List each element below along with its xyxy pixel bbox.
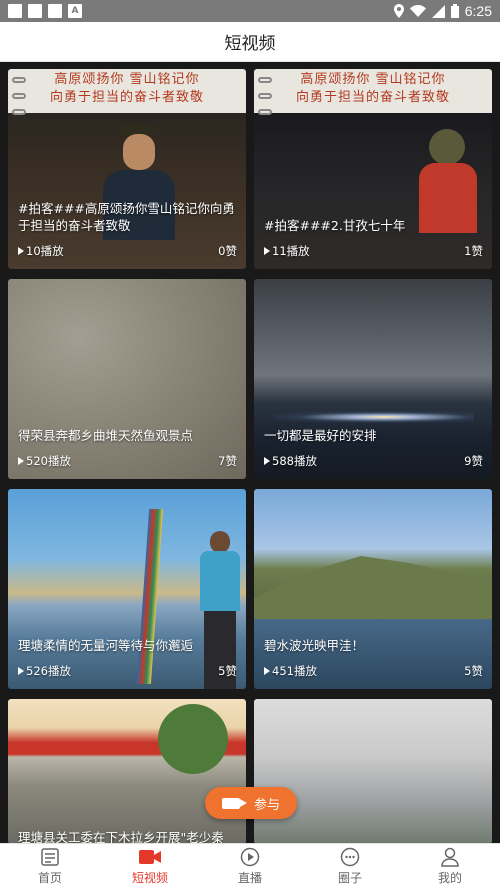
play-icon: [264, 457, 270, 465]
video-card[interactable]: 得荣县奔都乡曲堆天然鱼观景点 520播放 7赞: [8, 279, 246, 479]
play-count: 588播放: [264, 453, 317, 469]
nav-circle[interactable]: 圈子: [300, 844, 400, 888]
tree-shape: [158, 704, 228, 774]
play-circle-icon: [240, 847, 260, 867]
location-icon: [393, 4, 404, 18]
nav-label: 短视频: [131, 870, 168, 885]
video-card[interactable]: 一切都是最好的安排 588播放 9赞: [254, 279, 492, 479]
play-icon: [264, 247, 270, 255]
play-count: 520播放: [18, 453, 71, 469]
battery-icon: [450, 4, 459, 18]
play-count: 11播放: [264, 243, 310, 259]
nav-short-video[interactable]: 短视频: [100, 844, 200, 888]
nav-label: 我的: [437, 870, 462, 885]
video-thumbnail: [254, 699, 492, 844]
play-icon: [264, 667, 270, 675]
play-icon: [18, 457, 24, 465]
like-count: 0赞: [218, 244, 237, 258]
status-bar: A 6:25: [0, 0, 500, 22]
video-card[interactable]: 高原颂扬你 雪山铭记你 向勇于担当的奋斗者致敬 #拍客###2.甘孜七十年 11…: [254, 69, 492, 269]
nav-mine[interactable]: 我的: [400, 844, 500, 888]
video-feed[interactable]: 高原颂扬你 雪山铭记你 向勇于担当的奋斗者致敬 #拍客###高原颂扬你雪山铭记你…: [0, 62, 500, 844]
video-title: 碧水波光映甲洼！: [264, 638, 365, 653]
notification-icon: [48, 4, 62, 18]
binder-ring: [258, 109, 272, 115]
video-title: 一切都是最好的安排: [264, 428, 377, 443]
nav-label: 圈子: [337, 870, 362, 885]
video-card[interactable]: [254, 699, 492, 844]
banner-text: 高原颂扬你 雪山铭记你 向勇于担当的奋斗者致敬: [49, 72, 204, 105]
join-label: 参与: [253, 797, 280, 813]
video-card[interactable]: 理塘县关工委在下木拉乡开展"老少秦: [8, 699, 246, 844]
city-lights: [274, 411, 474, 423]
like-count: 1赞: [464, 244, 483, 258]
video-title: 理塘县关工委在下木拉乡开展"老少秦: [18, 830, 224, 844]
nav-label: 首页: [37, 870, 62, 885]
nav-label: 直播: [237, 870, 262, 885]
video-title: 得荣县奔都乡曲堆天然鱼观景点: [18, 428, 194, 443]
user-icon: [441, 847, 459, 867]
video-card[interactable]: 碧水波光映甲洼！ 451播放 5赞: [254, 489, 492, 689]
clock: 6:25: [464, 3, 492, 19]
like-count: 7赞: [218, 454, 237, 468]
play-count: 451播放: [264, 663, 317, 679]
play-count: 10播放: [18, 243, 64, 259]
page-title: 短视频: [224, 34, 276, 54]
signal-icon: [431, 4, 445, 18]
like-count: 5赞: [218, 664, 237, 678]
wifi-icon: [409, 5, 426, 17]
banner-text: 高原颂扬你 雪山铭记你 向勇于担当的奋斗者致敬: [295, 72, 450, 105]
top-bar: 短视频: [0, 22, 500, 62]
bottom-nav: 首页 短视频 直播 圈子 我的: [0, 843, 500, 888]
chat-bubble-icon: [340, 847, 360, 867]
play-count: 526播放: [18, 663, 71, 679]
nav-home[interactable]: 首页: [0, 844, 100, 888]
video-thumbnail: [8, 279, 246, 479]
like-count: 9赞: [464, 454, 483, 468]
nav-live[interactable]: 直播: [200, 844, 300, 888]
person-figure: [419, 129, 479, 233]
home-icon: [41, 847, 59, 867]
binder-ring: [12, 109, 26, 115]
join-button[interactable]: 参与: [205, 787, 297, 819]
video-card[interactable]: 理塘柔情的无量河等待与你邂逅 526播放 5赞: [8, 489, 246, 689]
video-title: 理塘柔情的无量河等待与你邂逅: [18, 638, 194, 653]
notification-icon: [28, 4, 42, 18]
video-title: #拍客###2.甘孜七十年: [264, 218, 406, 233]
video-title: #拍客###高原颂扬你雪山铭记你向勇于担当的奋斗者致敬: [18, 201, 235, 233]
play-icon: [18, 247, 24, 255]
video-camera-icon: [221, 797, 247, 809]
a-badge-icon: A: [68, 4, 82, 18]
like-count: 5赞: [464, 664, 483, 678]
play-icon: [18, 667, 24, 675]
video-thumbnail: [254, 279, 492, 479]
notification-icon: [8, 4, 22, 18]
video-card[interactable]: 高原颂扬你 雪山铭记你 向勇于担当的奋斗者致敬 #拍客###高原颂扬你雪山铭记你…: [8, 69, 246, 269]
video-camera-icon: [139, 847, 161, 867]
